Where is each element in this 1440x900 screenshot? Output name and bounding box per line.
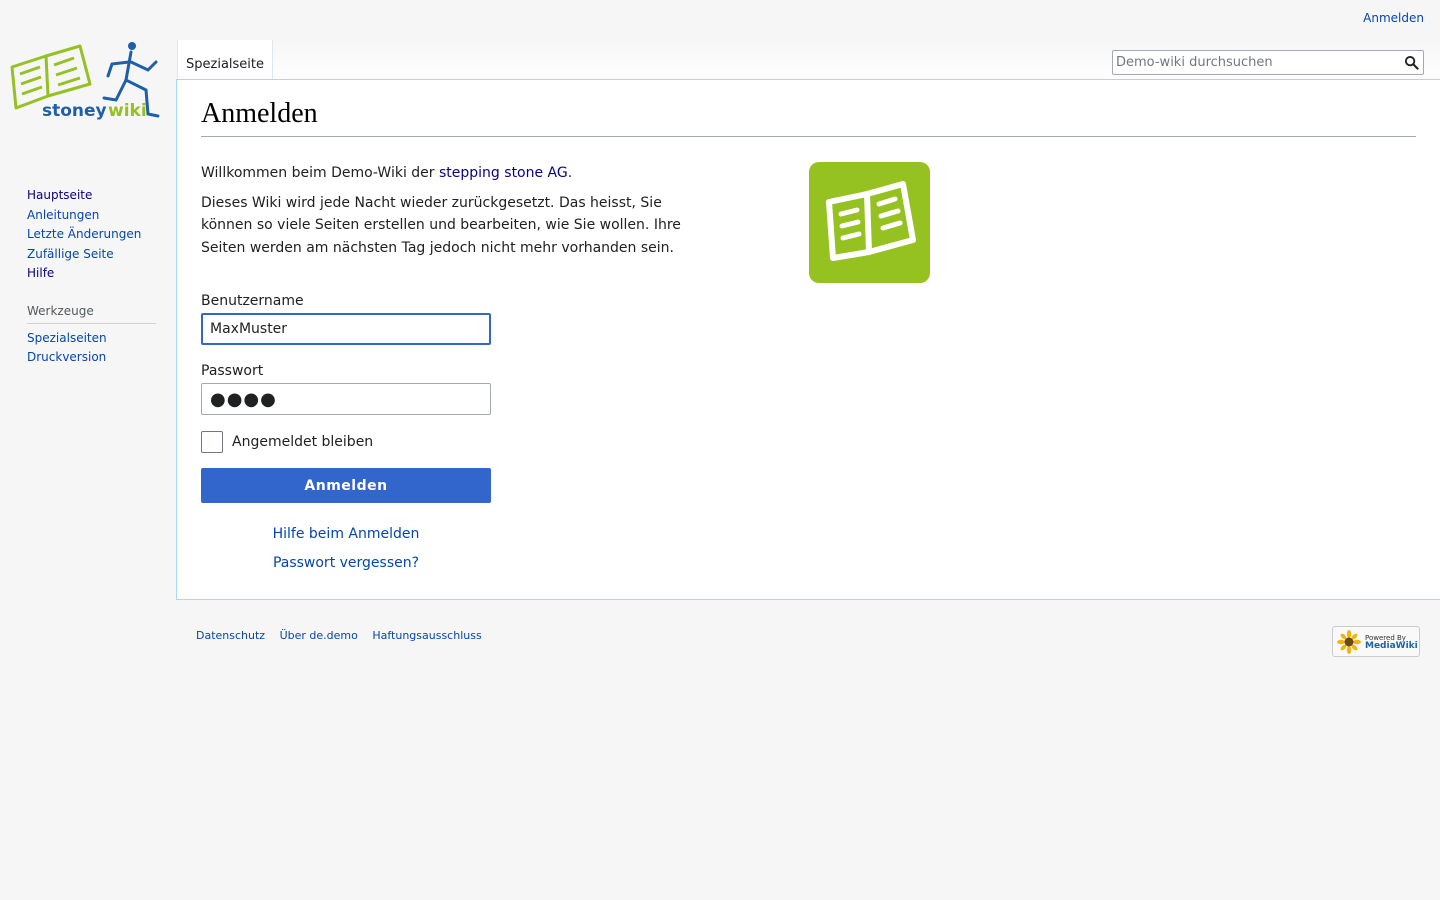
login-form: Benutzername Passwort Angemeldet bleiben…: [201, 292, 491, 578]
site-logo[interactable]: stoney wiki: [8, 40, 168, 124]
tab-spezialseite[interactable]: Spezialseite: [177, 40, 273, 80]
sidebar: Hauptseite Anleitungen Letzte Änderungen…: [0, 186, 176, 368]
tools-heading: Werkzeuge: [27, 300, 156, 324]
sidebar-link[interactable]: Hilfe: [27, 266, 54, 280]
sidebar-link[interactable]: Zufällige Seite: [27, 247, 114, 261]
tools-portlet: Werkzeuge Spezialseiten Druckversion: [27, 300, 156, 368]
password-label: Passwort: [201, 363, 264, 379]
search-box: [1112, 50, 1424, 75]
sidebar-item-spezialseiten[interactable]: Spezialseiten: [27, 329, 156, 349]
sidebar-link[interactable]: Letzte Änderungen: [27, 227, 141, 241]
login-submit-button[interactable]: Anmelden: [201, 468, 491, 503]
welcome-text: Willkommen beim Demo-Wiki der: [201, 165, 439, 181]
sidebar-link[interactable]: Spezialseiten: [27, 331, 107, 345]
reset-notice: Dieses Wiki wird jede Nacht wieder zurüc…: [201, 194, 681, 256]
sidebar-item-hauptseite[interactable]: Hauptseite: [27, 186, 156, 206]
remember-row: Angemeldet bleiben: [201, 431, 491, 453]
open-book-icon: [809, 162, 930, 283]
help-links: Hilfe beim Anmelden Passwort vergessen?: [201, 520, 491, 578]
sidebar-item-anleitungen[interactable]: Anleitungen: [27, 206, 156, 226]
sunflower-icon: [1337, 629, 1361, 654]
username-label: Benutzername: [201, 293, 304, 309]
welcome-paragraph: Willkommen beim Demo-Wiki der stepping s…: [201, 162, 711, 185]
welcome-suffix: .: [567, 165, 573, 181]
main-content: Anmelden Willkommen beim Demo-Wiki der s…: [176, 79, 1440, 600]
logo-text-stoney: stoney: [42, 101, 107, 121]
remember-checkbox[interactable]: [201, 431, 223, 453]
login-link[interactable]: Anmelden: [1363, 11, 1424, 25]
sidebar-item-zufaellige-seite[interactable]: Zufällige Seite: [27, 245, 156, 265]
footer-link-haftungsausschluss[interactable]: Haftungsausschluss: [372, 629, 481, 642]
personal-tools: Anmelden: [1363, 11, 1424, 25]
sidebar-item-druckversion[interactable]: Druckversion: [27, 348, 156, 368]
footer-link-datenschutz[interactable]: Datenschutz: [196, 629, 265, 642]
sidebar-link[interactable]: Anleitungen: [27, 208, 99, 222]
logo-text-wiki: wiki: [108, 101, 147, 121]
footer-links: Datenschutz Über de.demo Haftungsausschl…: [196, 629, 493, 642]
search-input[interactable]: [1113, 51, 1393, 74]
footer-link-ueber[interactable]: Über de.demo: [280, 629, 358, 642]
username-input[interactable]: [201, 313, 491, 345]
sidebar-link[interactable]: Hauptseite: [27, 188, 92, 202]
stepping-stone-link[interactable]: stepping stone AG: [439, 165, 568, 181]
search-icon[interactable]: [1404, 55, 1419, 70]
sidebar-link[interactable]: Druckversion: [27, 350, 106, 364]
powered-by-name: MediaWiki: [1365, 640, 1418, 651]
powered-by-mediawiki-badge[interactable]: Powered By MediaWiki: [1332, 626, 1420, 657]
forgot-password-link[interactable]: Passwort vergessen?: [273, 555, 419, 571]
sidebar-item-letzte-aenderungen[interactable]: Letzte Änderungen: [27, 225, 156, 245]
intro-text: Willkommen beim Demo-Wiki der stepping s…: [201, 162, 711, 266]
navigation-portlet: Hauptseite Anleitungen Letzte Änderungen…: [27, 186, 156, 284]
powered-by-text: Powered By MediaWiki: [1365, 634, 1418, 651]
page-title: Anmelden: [201, 98, 1416, 137]
remember-label[interactable]: Angemeldet bleiben: [232, 434, 373, 450]
login-help-link[interactable]: Hilfe beim Anmelden: [273, 526, 420, 542]
sidebar-item-hilfe[interactable]: Hilfe: [27, 264, 156, 284]
password-input[interactable]: [201, 383, 491, 415]
